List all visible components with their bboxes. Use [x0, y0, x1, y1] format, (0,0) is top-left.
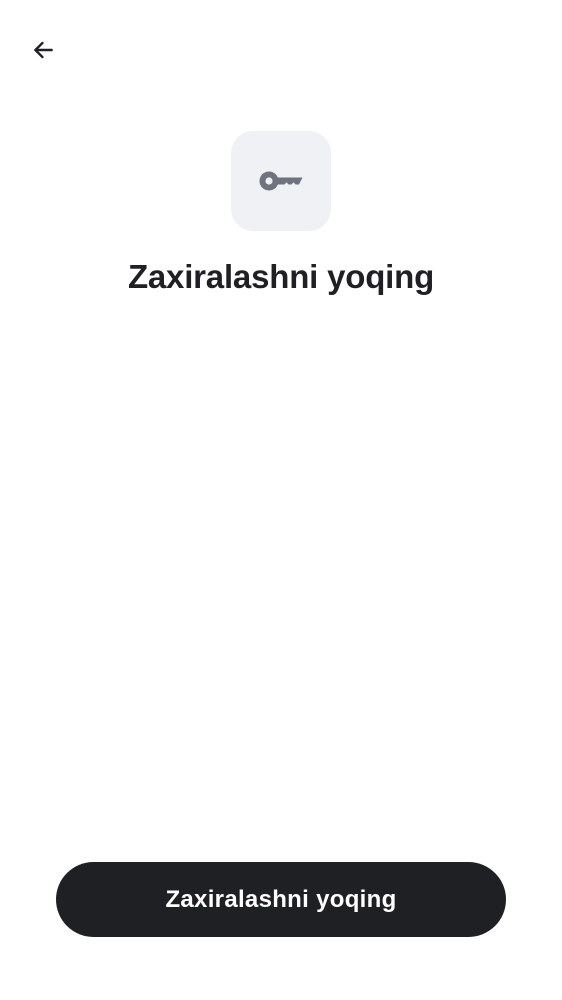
enable-backup-button[interactable]: Zaxiralashni yoqing [56, 862, 506, 937]
back-button[interactable] [22, 29, 64, 71]
page-title: Zaxiralashni yoqing [127, 258, 435, 295]
enable-backup-button-label: Zaxiralashni yoqing [165, 885, 397, 913]
arrow-left-icon [34, 41, 53, 59]
key-icon [259, 171, 303, 191]
key-icon-tile [231, 131, 331, 231]
